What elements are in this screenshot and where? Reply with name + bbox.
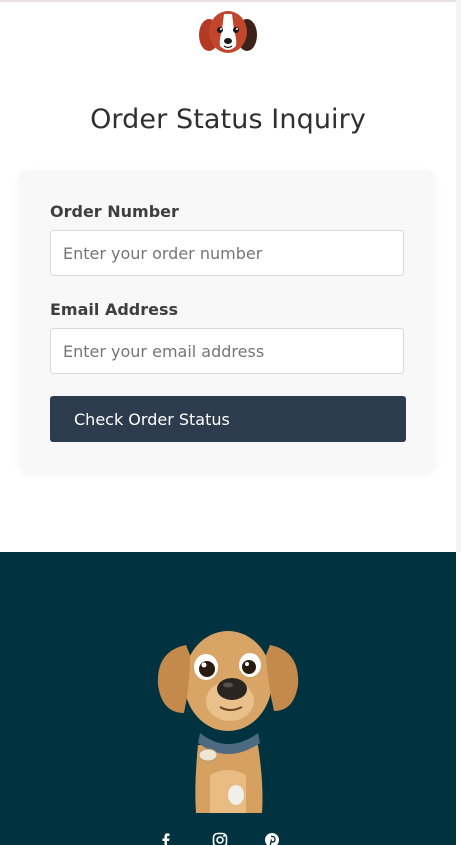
order-number-input[interactable] xyxy=(50,230,404,276)
page: Order Status Inquiry Order Number Email … xyxy=(0,0,461,845)
order-number-label: Order Number xyxy=(50,202,179,221)
beagle-head-icon[interactable] xyxy=(197,6,259,58)
instagram-icon[interactable] xyxy=(212,832,228,845)
top-divider xyxy=(0,0,461,2)
cartoon-dog-icon xyxy=(150,615,306,813)
check-order-status-button[interactable]: Check Order Status xyxy=(50,396,406,442)
scrollbar-track[interactable] xyxy=(456,0,461,552)
page-title: Order Status Inquiry xyxy=(90,104,366,135)
facebook-icon[interactable] xyxy=(158,832,174,845)
pinterest-icon[interactable] xyxy=(264,832,280,845)
footer xyxy=(0,552,456,845)
order-status-form: Order Number Email Address Check Order S… xyxy=(19,170,435,472)
email-address-input[interactable] xyxy=(50,328,404,374)
social-links xyxy=(150,832,310,845)
email-address-label: Email Address xyxy=(50,300,179,319)
